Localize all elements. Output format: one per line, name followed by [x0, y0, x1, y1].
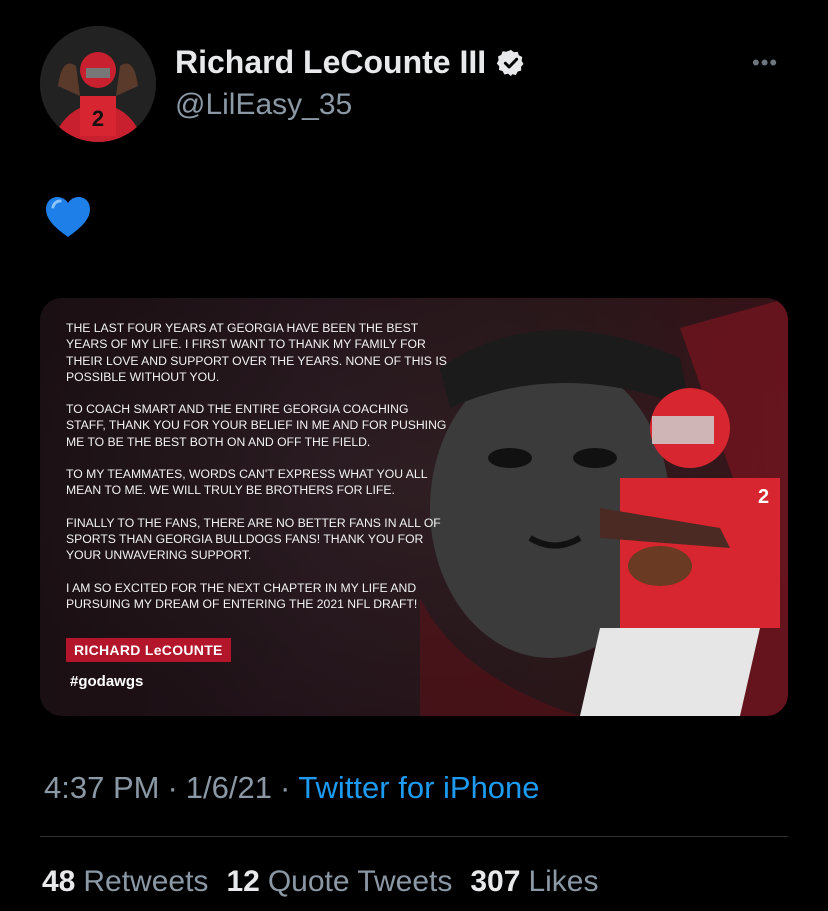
likes-label: Likes	[528, 865, 599, 898]
statement-text: THE LAST FOUR YEARS AT GEORGIA HAVE BEEN…	[66, 320, 450, 628]
tweet-timestamp: 4:37 PM · 1/6/21 · Twitter for iPhone	[44, 770, 540, 806]
divider	[40, 836, 788, 837]
tweet-stats: 48 Retweets 12 Quote Tweets 307 Likes	[42, 865, 598, 899]
tweet-source-link[interactable]: Twitter for iPhone	[298, 770, 539, 806]
statement-paragraph: FINALLY TO THE FANS, THERE ARE NO BETTER…	[66, 515, 441, 563]
blue-heart-icon	[46, 197, 90, 237]
statement-paragraph: THE LAST FOUR YEARS AT GEORGIA HAVE BEEN…	[66, 321, 447, 384]
author-name[interactable]: Richard LeCounte III	[175, 44, 526, 81]
avatar-image: 2	[40, 26, 156, 142]
quote-tweets-label: Quote Tweets	[267, 865, 453, 898]
verified-badge-icon	[496, 49, 524, 76]
likes-count: 307	[470, 865, 521, 898]
more-icon[interactable]: •••	[752, 50, 778, 76]
tweet-text	[44, 195, 104, 245]
avatar-jersey-number: 2	[92, 106, 104, 131]
signature-banner: RICHARD LeCOUNTE	[66, 638, 231, 662]
tweet-time[interactable]: 4:37 PM	[44, 770, 159, 806]
tweet-media[interactable]: 2 THE LAST FOUR YEARS AT GEORGIA HAVE BE…	[40, 298, 788, 716]
tweet-date[interactable]: 1/6/21	[186, 770, 272, 806]
author-name-text: Richard LeCounte III	[175, 44, 487, 80]
retweets-count: 48	[42, 865, 76, 898]
image-hashtag: #godawgs	[70, 673, 144, 690]
statement-paragraph: I AM SO EXCITED FOR THE NEXT CHAPTER IN …	[66, 580, 418, 611]
quote-tweets-stat[interactable]: 12 Quote Tweets	[226, 865, 452, 899]
quote-tweets-count: 12	[226, 865, 260, 898]
likes-stat[interactable]: 307 Likes	[470, 865, 598, 899]
separator: ·	[167, 770, 178, 805]
jersey-number: 2	[758, 486, 769, 508]
author-handle[interactable]: @LilEasy_35	[175, 88, 352, 122]
statement-paragraph: TO COACH SMART AND THE ENTIRE GEORGIA CO…	[66, 402, 447, 449]
separator: ·	[279, 770, 291, 805]
avatar[interactable]: 2	[40, 26, 156, 142]
retweets-stat[interactable]: 48 Retweets	[42, 865, 208, 899]
statement-paragraph: TO MY TEAMMATES, WORDS CAN'T EXPRESS WHA…	[66, 467, 428, 498]
retweets-label: Retweets	[83, 865, 209, 898]
